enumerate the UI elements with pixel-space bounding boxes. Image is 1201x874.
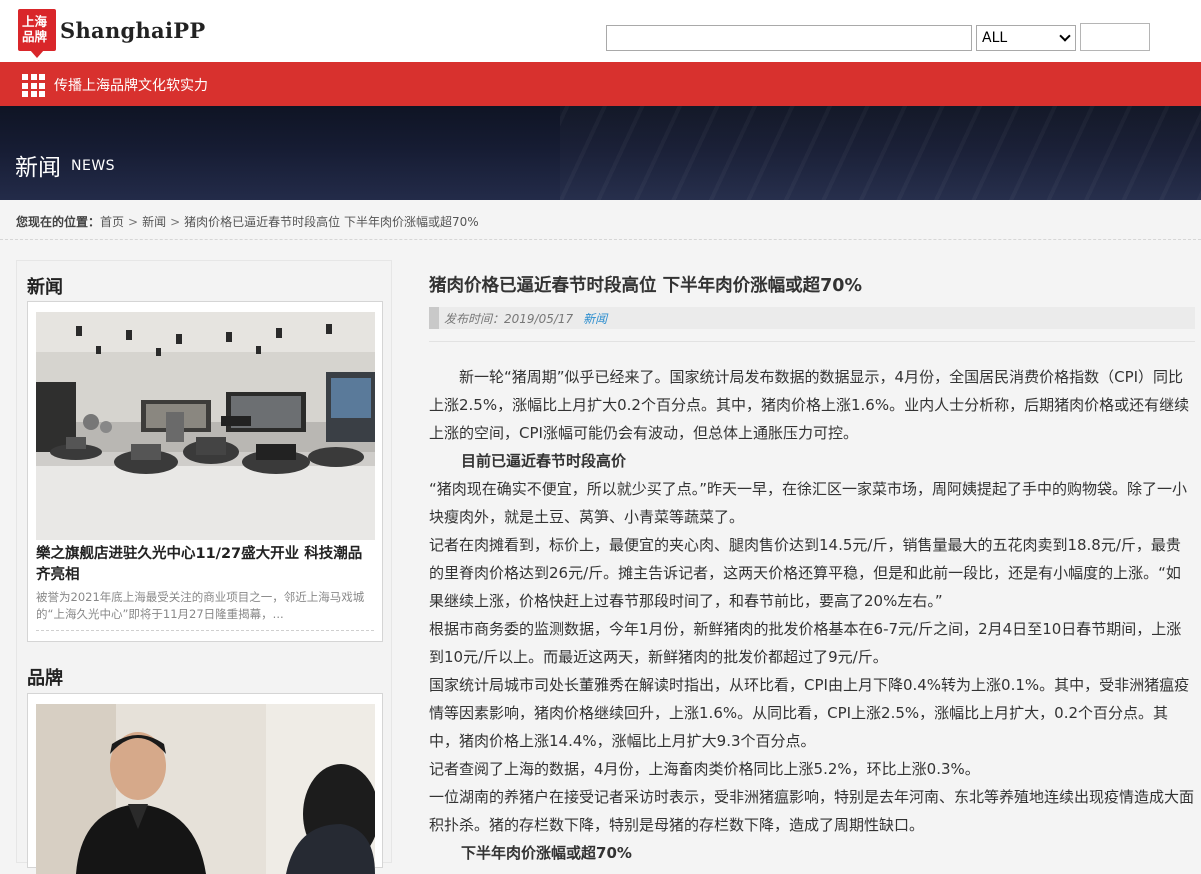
logo-mark-glyph: 上海 品牌: [22, 14, 48, 44]
breadcrumb-separator: >: [128, 215, 139, 229]
news-card-title[interactable]: 樂之旗舰店进驻久光中心11/27盛大开业 科技潮品齐亮相: [36, 544, 376, 586]
search-input[interactable]: [606, 25, 972, 51]
site-logo[interactable]: 上海 品牌 ShanghaiPP: [18, 9, 206, 58]
top-header: 上海 品牌 ShanghaiPP ALL: [0, 0, 1201, 62]
breadcrumb-divider: [0, 239, 1201, 240]
article-paragraph: 国家统计局城市司处长董雅秀在解读时指出，从环比看，CPI由上月下降0.4%转为上…: [429, 676, 1190, 750]
sidebar-heading-brand: 品牌: [27, 668, 63, 689]
article-paragraph: 根据市商务委的监测数据，今年1月份，新鲜猪肉的批发价格基本在6-7元/斤之间，2…: [429, 620, 1182, 666]
article-title: 猪肉价格已逼近春节时段高位 下半年肉价涨幅或超70%: [429, 276, 862, 296]
search-button[interactable]: [1080, 23, 1150, 51]
nav-bar: 传播上海品牌文化软实力: [0, 62, 1201, 106]
breadcrumb-prefix: 您现在的位置：: [16, 215, 101, 229]
chevron-down-icon: [1059, 30, 1071, 42]
breadcrumb-news[interactable]: 新闻: [142, 215, 166, 229]
brand-card-image[interactable]: [36, 704, 375, 874]
breadcrumb-separator: >: [170, 215, 181, 229]
article-paragraph: 一位湖南的养猪户在接受记者采访时表示，受非洲猪瘟影响，特别是去年河南、东北等养殖…: [429, 788, 1195, 834]
news-card-divider: [36, 630, 374, 631]
sidebar-heading-news: 新闻: [27, 277, 63, 298]
menu-grid-icon[interactable]: [22, 74, 45, 97]
sidebar: 新闻 樂之旗舰店进驻久光中心11/27盛大开业 科技潮品齐亮相 被誉为2021年…: [16, 260, 392, 874]
article-body: 新一轮“猪周期”似乎已经来了。国家统计局发布数据的数据显示，4月份，全国居民消费…: [429, 363, 1195, 867]
banner-title: 新闻: [15, 155, 61, 181]
brand-card[interactable]: [27, 693, 383, 874]
interview-photo: [36, 704, 375, 874]
logo-mark: 上海 品牌: [18, 9, 56, 58]
news-card-desc: 被誉为2021年底上海最受关注的商业项目之一，邻近上海马戏城的“上海久光中心”即…: [36, 590, 365, 621]
section-banner: 新闻 NEWS: [0, 106, 1201, 200]
nav-slogan: 传播上海品牌文化软实力: [54, 78, 208, 94]
article-subheading: 目前已逼近春节时段高价: [461, 452, 627, 470]
svg-text:上海: 上海: [22, 14, 48, 29]
article-category-link[interactable]: 新闻: [583, 312, 607, 326]
news-card[interactable]: 樂之旗舰店进驻久光中心11/27盛大开业 科技潮品齐亮相 被誉为2021年底上海…: [27, 301, 383, 642]
search-scope-select[interactable]: ALL: [976, 25, 1076, 51]
logo-text: ShanghaiPP: [60, 17, 206, 43]
breadcrumb-current: 猪肉价格已逼近春节时段高位 下半年肉价涨幅或超70%: [184, 215, 479, 229]
search-scope-value: ALL: [982, 30, 1008, 46]
svg-text:品牌: 品牌: [22, 29, 48, 44]
article-paragraph: 新一轮“猪周期”似乎已经来了。国家统计局发布数据的数据显示，4月份，全国居民消费…: [429, 368, 1190, 442]
article-paragraph: 记者查阅了上海的数据，4月份，上海畜肉类价格同比上涨5.2%，环比上涨0.3%。: [429, 760, 980, 778]
article-paragraph: 记者在肉摊看到，标价上，最便宜的夹心肉、腿肉售价达到14.5元/斤，销售量最大的…: [429, 536, 1181, 610]
article-meta-divider: [429, 341, 1195, 342]
breadcrumb: 您现在的位置：首页 > 新闻 > 猪肉价格已逼近春节时段高位 下半年肉价涨幅或超70%: [16, 213, 479, 230]
article-meta: 发布时间：2019/05/17 新闻: [429, 307, 1195, 329]
store-photo: [36, 312, 375, 540]
breadcrumb-home[interactable]: 首页: [100, 215, 124, 229]
banner-subtitle: NEWS: [71, 158, 116, 174]
news-card-image[interactable]: [36, 312, 375, 540]
article-date: 发布时间：2019/05/17: [444, 312, 574, 326]
article-paragraph: “猪肉现在确实不便宜，所以就少买了点。”昨天一早，在徐汇区一家菜市场，周阿姨提起…: [429, 480, 1188, 526]
